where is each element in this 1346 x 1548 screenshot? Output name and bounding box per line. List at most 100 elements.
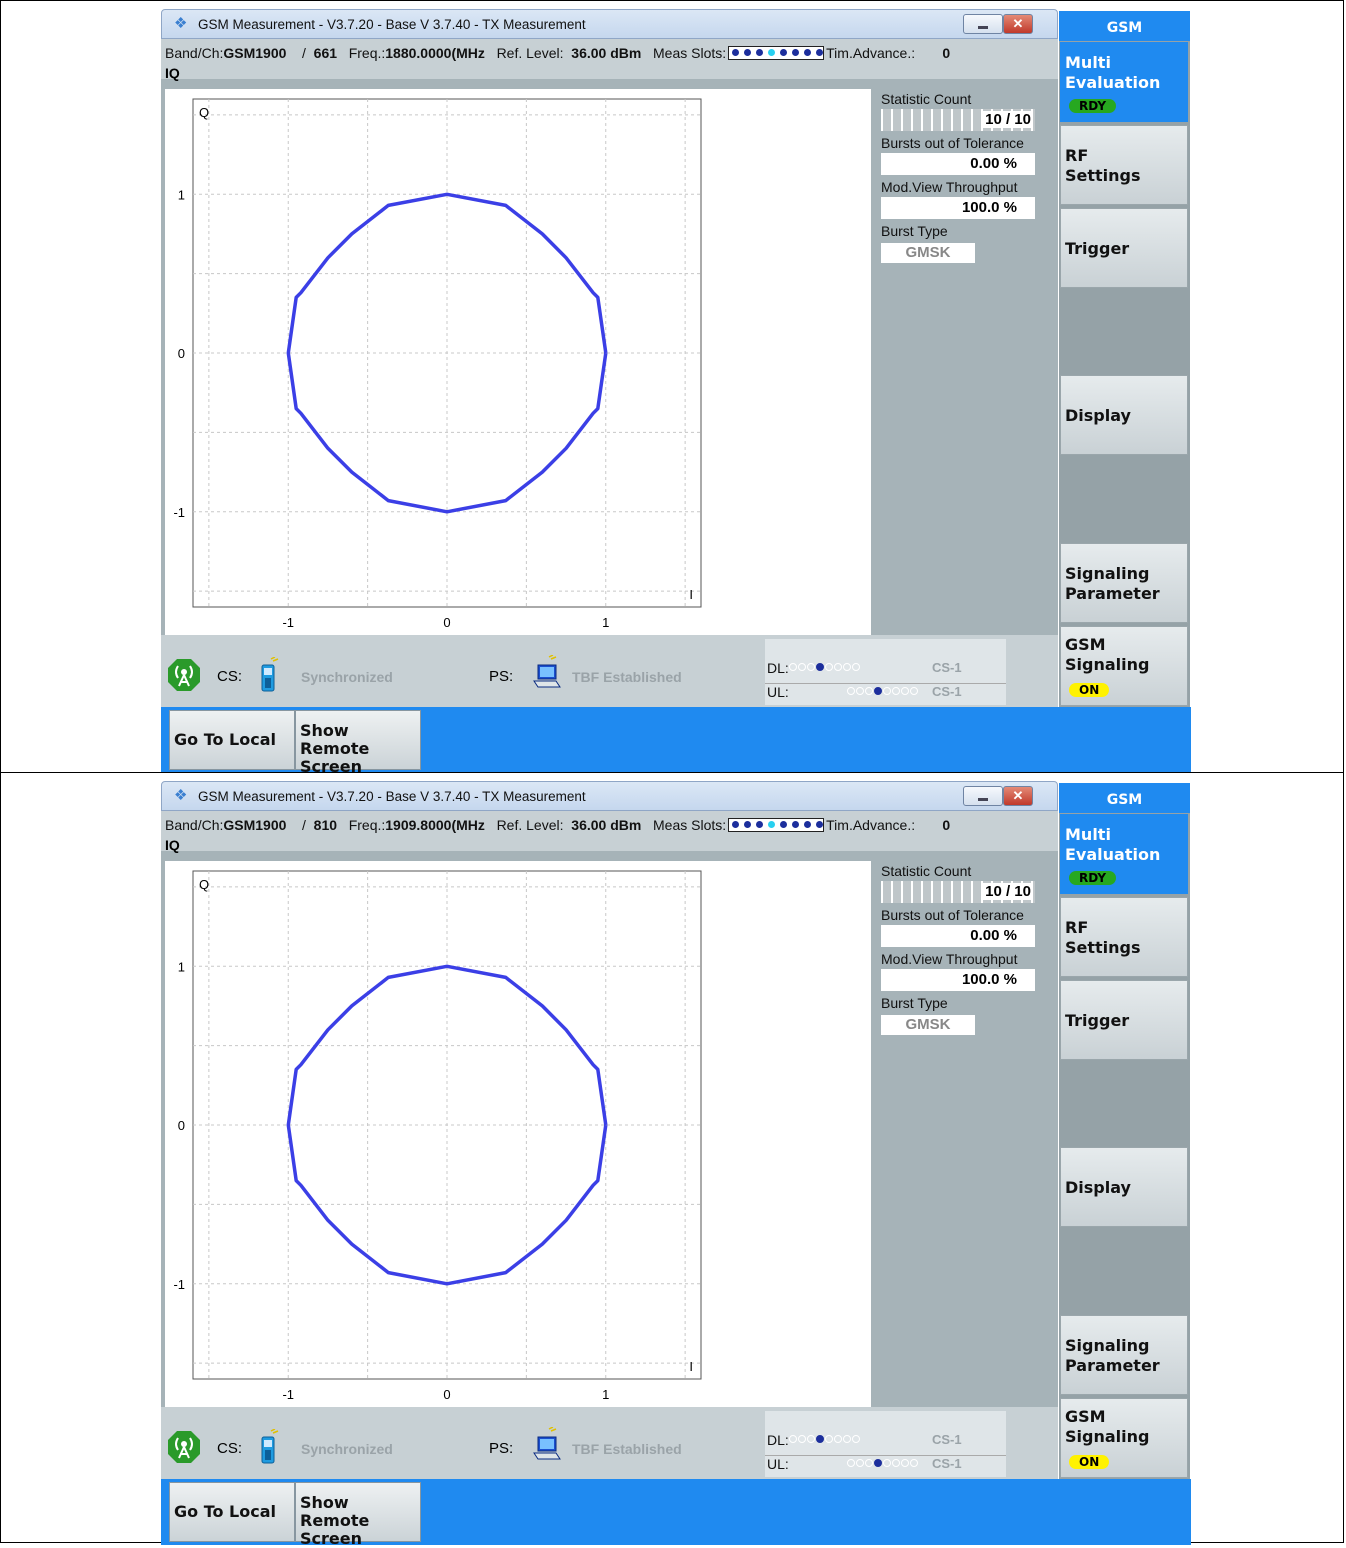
ul-coding-scheme: CS-1 bbox=[932, 684, 962, 699]
softkey-label: Trigger bbox=[1065, 1011, 1130, 1030]
x-tick-label: -1 bbox=[282, 615, 294, 630]
softkey-label: Trigger bbox=[1065, 239, 1130, 258]
softkey-empty-1[interactable] bbox=[1060, 1064, 1188, 1144]
softkey-label: RF Settings bbox=[1065, 146, 1141, 185]
close-button[interactable]: ✕ bbox=[1003, 786, 1033, 806]
show-remote-screen-button[interactable]: Show Remote Screen bbox=[295, 1482, 421, 1548]
ref-level-value: 36.00 dBm bbox=[571, 45, 642, 61]
y-tick-label: 0 bbox=[178, 1118, 185, 1133]
iq-constellation-chart: -1 0 1 1 0 -1 Q I bbox=[165, 89, 871, 635]
softkey-empty-1[interactable] bbox=[1060, 292, 1188, 372]
ref-level-label: Ref. Level: bbox=[496, 817, 564, 833]
softkey-multi-evaluation[interactable]: Multi Evaluation RDY bbox=[1060, 814, 1188, 894]
on-badge: ON bbox=[1069, 1455, 1110, 1469]
channel-separator: / bbox=[301, 817, 306, 833]
info-bar: Band/Ch:GSM1900 / 810 Freq.:1909.8000(MH… bbox=[161, 811, 1058, 853]
meas-slots-label: Meas Slots: bbox=[653, 45, 727, 61]
softkey-multi-evaluation[interactable]: Multi Evaluation RDY bbox=[1060, 42, 1188, 122]
softkey-label: GSM Signaling bbox=[1065, 1407, 1150, 1446]
ref-level-value: 36.00 dBm bbox=[571, 817, 642, 833]
sidebar-header: GSM bbox=[1059, 783, 1190, 813]
band-value: GSM1900 bbox=[223, 817, 287, 833]
show-remote-screen-label: Show Remote Screen bbox=[300, 721, 370, 776]
meas-slots-indicator bbox=[728, 818, 825, 833]
x-tick-label: 1 bbox=[602, 1387, 609, 1402]
antenna-icon bbox=[168, 1431, 200, 1463]
softkey-empty-2[interactable] bbox=[1060, 459, 1188, 539]
x-axis-label: I bbox=[689, 1359, 693, 1374]
softkey-label: Display bbox=[1065, 1178, 1131, 1197]
show-remote-screen-button[interactable]: Show Remote Screen bbox=[295, 710, 421, 776]
window-titlebar: ❖ GSM Measurement - V3.7.20 - Base V 3.7… bbox=[161, 9, 1058, 39]
softkey-trigger[interactable]: Trigger bbox=[1060, 208, 1188, 288]
cs-state: Synchronized bbox=[301, 1441, 393, 1457]
gsm-measurement-app: ❖ GSM Measurement - V3.7.20 - Base V 3.7… bbox=[161, 1, 1191, 776]
mobile-phone-icon bbox=[261, 657, 279, 692]
softkey-signaling-parameter[interactable]: Signaling Parameter bbox=[1060, 543, 1188, 623]
tim-advance-label: Tim.Advance.: bbox=[826, 45, 916, 61]
statistics-panel: Statistic Count 10 / 10 Bursts out of To… bbox=[881, 863, 1053, 1035]
dl-slot-dots bbox=[789, 663, 861, 671]
band-value: GSM1900 bbox=[223, 45, 287, 61]
softkey-label: Multi Evaluation bbox=[1065, 53, 1161, 92]
softkey-display[interactable]: Display bbox=[1060, 1147, 1188, 1227]
laptop-icon bbox=[533, 1427, 561, 1460]
y-tick-label: -1 bbox=[173, 505, 185, 520]
ul-slot-dots bbox=[847, 687, 919, 695]
ul-label: UL: bbox=[767, 1456, 789, 1472]
statistic-count-field: 10 / 10 bbox=[881, 109, 1035, 131]
statistic-count-label: Statistic Count bbox=[881, 863, 972, 879]
rs-logo-icon: ❖ bbox=[174, 15, 188, 32]
view-label: IQ bbox=[165, 65, 180, 81]
go-to-local-label: Go To Local bbox=[174, 730, 276, 749]
laptop-icon bbox=[533, 655, 561, 688]
softkey-sidebar: GSM Multi Evaluation RDY RF Settings Tri… bbox=[1059, 783, 1190, 1479]
rdy-badge: RDY bbox=[1069, 99, 1117, 113]
band-ch-label: Band/Ch: bbox=[165, 45, 224, 61]
throughput-label: Mod.View Throughput bbox=[881, 179, 1018, 195]
iq-chart-svg: -1 0 1 1 0 -1 Q I bbox=[173, 870, 702, 1402]
go-to-local-button[interactable]: Go To Local bbox=[169, 1482, 295, 1542]
rs-logo-icon: ❖ bbox=[174, 787, 188, 804]
dl-row: DL: CS-1 bbox=[765, 660, 1006, 678]
ul-row: UL: CS-1 bbox=[765, 683, 1006, 702]
statistic-count-value: 10 / 10 bbox=[983, 111, 1033, 128]
freq-label: Freq.: bbox=[348, 817, 386, 833]
close-button[interactable]: ✕ bbox=[1003, 14, 1033, 34]
y-tick-label: 1 bbox=[178, 959, 185, 974]
y-axis-label: Q bbox=[199, 105, 209, 120]
dl-label: DL: bbox=[767, 660, 789, 676]
statistics-panel: Statistic Count 10 / 10 Bursts out of To… bbox=[881, 91, 1053, 263]
bottom-button-bar: Go To Local Show Remote Screen bbox=[161, 1479, 1191, 1548]
softkey-gsm-signaling[interactable]: GSM Signaling ON bbox=[1060, 1398, 1188, 1478]
softkey-rf-settings[interactable]: RF Settings bbox=[1060, 897, 1188, 977]
ps-state: TBF Established bbox=[572, 1441, 682, 1457]
screenshot-cell-1: ❖ GSM Measurement - V3.7.20 - Base V 3.7… bbox=[0, 0, 1344, 776]
info-bar: Band/Ch:GSM1900 / 661 Freq.:1880.0000(MH… bbox=[161, 39, 1058, 81]
sidebar-header: GSM bbox=[1059, 11, 1190, 41]
freq-value: 1909.8000(MHz bbox=[385, 817, 485, 833]
y-tick-label: 0 bbox=[178, 346, 185, 361]
freq-label: Freq.: bbox=[348, 45, 386, 61]
softkey-empty-2[interactable] bbox=[1060, 1231, 1188, 1311]
burst-type-value: GMSK bbox=[881, 1015, 975, 1035]
minimize-button[interactable] bbox=[963, 14, 1003, 34]
dl-ul-slot-indicator: DL: CS-1 UL: CS-1 bbox=[765, 639, 1006, 705]
rdy-badge: RDY bbox=[1069, 871, 1117, 885]
status-bar: CS: Synchronized PS: TBF Established DL:… bbox=[161, 635, 1058, 708]
y-axis-label: Q bbox=[199, 877, 209, 892]
on-badge: ON bbox=[1069, 683, 1110, 697]
softkey-label: RF Settings bbox=[1065, 918, 1141, 957]
softkey-signaling-parameter[interactable]: Signaling Parameter bbox=[1060, 1315, 1188, 1395]
softkey-rf-settings[interactable]: RF Settings bbox=[1060, 125, 1188, 205]
antenna-icon bbox=[168, 659, 200, 691]
softkey-trigger[interactable]: Trigger bbox=[1060, 980, 1188, 1060]
softkey-sidebar: GSM Multi Evaluation RDY RF Settings Tri… bbox=[1059, 11, 1190, 707]
show-remote-screen-label: Show Remote Screen bbox=[300, 1493, 370, 1548]
softkey-label: Signaling Parameter bbox=[1065, 564, 1160, 603]
softkey-label: Signaling Parameter bbox=[1065, 1336, 1160, 1375]
go-to-local-button[interactable]: Go To Local bbox=[169, 710, 295, 770]
minimize-button[interactable] bbox=[963, 786, 1003, 806]
softkey-gsm-signaling[interactable]: GSM Signaling ON bbox=[1060, 626, 1188, 706]
softkey-display[interactable]: Display bbox=[1060, 375, 1188, 455]
